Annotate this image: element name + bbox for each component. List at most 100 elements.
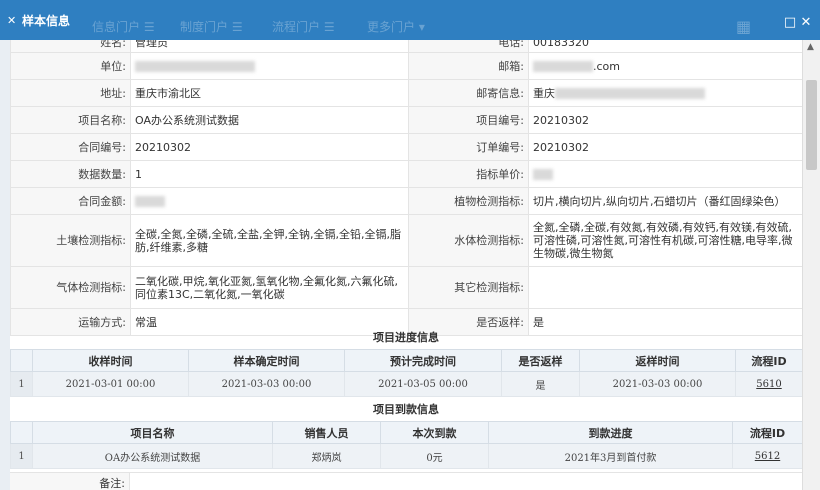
info-row: 土壤检测指标: 全碳,全氮,全磷,全硫,全盐,全钾,全钠,全镉,全铅,全镉,脂肪,… [10, 214, 802, 267]
column-header[interactable]: 流程ID [735, 349, 802, 372]
info-label: 单位: [10, 52, 131, 80]
redacted-value [135, 61, 255, 72]
info-value: .com [528, 52, 802, 80]
bg-nav-process-portal: 流程门户 ☰ [272, 20, 335, 34]
info-value: 20210302 [528, 106, 802, 134]
bg-nav-info-portal: 信息门户 ☰ [92, 20, 155, 34]
row-number-header [10, 421, 33, 444]
row-number: 1 [10, 443, 33, 469]
info-value: 全氮,全磷,全碳,有效氮,有效磷,有效钙,有效镁,有效硫,可溶性磷,可溶性氮,可… [528, 214, 802, 267]
table-cell: 5612 [732, 443, 802, 469]
info-label: 订单编号: [408, 133, 529, 161]
table-cell: 0元 [380, 443, 489, 469]
info-label: 指标单价: [408, 160, 529, 188]
info-label: 项目名称: [10, 106, 131, 134]
info-label: 地址: [10, 79, 131, 107]
table-cell: OA办公系统测试数据 [32, 443, 273, 469]
redacted-value [533, 169, 553, 180]
info-value: 20210302 [528, 133, 802, 161]
column-header[interactable]: 流程ID [732, 421, 802, 444]
info-label: 项目编号: [408, 106, 529, 134]
remark-label: 备注: [10, 473, 130, 490]
info-row: 单位: 邮箱: .com [10, 52, 802, 80]
info-row: 数据数量: 1 指标单价: [10, 160, 802, 188]
info-row: 项目名称: OA办公系统测试数据 项目编号: 20210302 [10, 106, 802, 134]
close-button[interactable]: ✕ [799, 16, 813, 30]
info-value: 二氧化碳,甲烷,氧化亚氮,氢氧化物,全氟化氮,六氟化硫,同位素13C,二氧化氮,… [130, 266, 409, 309]
process-id-link[interactable]: 5610 [756, 379, 781, 390]
column-header[interactable]: 销售人员 [272, 421, 381, 444]
column-header[interactable]: 是否返样 [501, 349, 580, 372]
window-titlebar: ✕ 样本信息 信息门户 ☰ 制度门户 ☰ 流程门户 ☰ 更多门户 ▾ ▦ □ ✕ [0, 0, 820, 40]
vertical-scrollbar[interactable]: ▲ [802, 40, 820, 490]
info-label: 邮箱: [408, 52, 529, 80]
column-header[interactable]: 本次到款 [380, 421, 489, 444]
column-header[interactable]: 预计完成时间 [344, 349, 502, 372]
table-cell: 5610 [735, 371, 802, 397]
redacted-value [533, 61, 593, 72]
info-label: 气体检测指标: [10, 266, 131, 309]
info-value: 1 [130, 160, 409, 188]
table-row[interactable]: 1 2021-03-01 00:00 2021-03-03 00:00 2021-03… [10, 371, 802, 397]
column-header[interactable]: 返样时间 [579, 349, 736, 372]
bg-nav-more-portal: 更多门户 ▾ [367, 20, 425, 34]
info-value: 重庆市渝北区 [130, 79, 409, 107]
info-value [130, 52, 409, 80]
info-label: 土壤检测指标: [10, 214, 131, 267]
info-value: 20210302 [130, 133, 409, 161]
info-value: 管理员 [130, 40, 409, 53]
row-number-header [10, 349, 33, 372]
info-row: 地址: 重庆市渝北区 邮寄信息: 重庆 [10, 79, 802, 107]
info-label: 电话: [408, 40, 529, 53]
app-logo-icon: ✕ [7, 14, 17, 27]
payment-section-title: 项目到款信息 [373, 403, 439, 416]
info-value [528, 160, 802, 188]
column-header[interactable]: 收样时间 [32, 349, 189, 372]
info-label: 其它检测指标: [408, 266, 529, 309]
sample-info-table: 姓名: 管理员 电话: 00183320 单位: 邮箱: .com 地址: 重庆市渝北区 邮寄信息… [10, 40, 802, 336]
table-cell: 2021-03-01 00:00 [32, 371, 189, 397]
scrollbar-thumb[interactable] [806, 80, 817, 170]
info-label: 数据数量: [10, 160, 131, 188]
info-label: 合同编号: [10, 133, 131, 161]
info-label: 合同金额: [10, 187, 131, 215]
column-header[interactable]: 项目名称 [32, 421, 273, 444]
info-value [130, 187, 409, 215]
process-id-link[interactable]: 5612 [755, 451, 780, 462]
info-label: 水体检测指标: [408, 214, 529, 267]
info-value: OA办公系统测试数据 [130, 106, 409, 134]
maximize-button[interactable]: □ [783, 16, 797, 30]
scroll-up-icon[interactable]: ▲ [807, 42, 814, 52]
redacted-value [135, 196, 165, 207]
info-value: 重庆 [528, 79, 802, 107]
row-number: 1 [10, 371, 33, 397]
info-value: 切片,横向切片,纵向切片,石蜡切片（番红固绿染色） [528, 187, 802, 215]
info-label: 植物检测指标: [408, 187, 529, 215]
table-cell: 2021-03-03 00:00 [579, 371, 736, 397]
info-value [528, 266, 802, 309]
table-cell: 是 [501, 371, 580, 397]
info-row: 合同编号: 20210302 订单编号: 20210302 [10, 133, 802, 161]
table-cell: 2021-03-05 00:00 [344, 371, 502, 397]
bg-nav-system-portal: 制度门户 ☰ [180, 20, 243, 34]
progress-section-title: 项目进度信息 [373, 331, 439, 344]
info-row: 姓名: 管理员 电话: 00183320 [10, 40, 802, 53]
progress-table: 收样时间 样本确定时间 预计完成时间 是否返样 返样时间 流程ID 1 2021-03-01… [10, 349, 802, 397]
column-header[interactable]: 样本确定时间 [188, 349, 345, 372]
grid-apps-icon: ▦ [736, 17, 752, 36]
info-value: 00183320 [528, 40, 802, 53]
window-title: 样本信息 [22, 14, 71, 28]
sample-info-panel: 姓名: 管理员 电话: 00183320 单位: 邮箱: .com 地址: 重庆市渝北区 邮寄信息… [10, 40, 802, 490]
table-row[interactable]: 1 OA办公系统测试数据 郑炳岚 0元 2021年3月到首付款 5612 [10, 443, 802, 469]
table-cell: 2021年3月到首付款 [488, 443, 733, 469]
redacted-value [555, 88, 705, 99]
info-value: 全碳,全氮,全磷,全硫,全盐,全钾,全钠,全镉,全铅,全镉,脂肪,纤维素,多糖 [130, 214, 409, 267]
table-cell: 2021-03-03 00:00 [188, 371, 345, 397]
remark-row: 备注: [10, 472, 802, 490]
info-label: 邮寄信息: [408, 79, 529, 107]
info-row: 气体检测指标: 二氧化碳,甲烷,氧化亚氮,氢氧化物,全氟化氮,六氟化硫,同位素13… [10, 266, 802, 309]
payment-table: 项目名称 销售人员 本次到款 到款进度 流程ID 1 OA办公系统测试数据 郑炳岚 0元 202… [10, 421, 802, 469]
info-label: 姓名: [10, 40, 131, 53]
column-header[interactable]: 到款进度 [488, 421, 733, 444]
table-cell: 郑炳岚 [272, 443, 381, 469]
